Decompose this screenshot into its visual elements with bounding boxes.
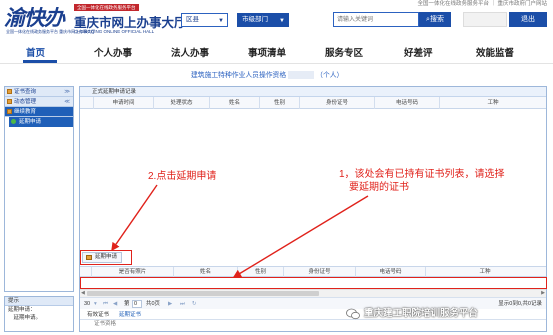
first-page-icon[interactable]: ⏮ — [103, 298, 108, 310]
yukuaiban-logo[interactable]: 渝快办 全国一体化在线政务服务平台 重庆市网上办事大厅 — [4, 3, 95, 35]
page-root: 渝快办 全国一体化在线政务服务平台 重庆市网上办事大厅 全国一体化在线政务服务平… — [0, 0, 553, 335]
scroll-left-icon[interactable]: ◀ — [81, 290, 85, 297]
scroll-right-icon[interactable]: ▶ — [541, 290, 545, 297]
site-header: 渝快办 全国一体化在线政务服务平台 重庆市网上办事大厅 全国一体化在线政务服务平… — [0, 0, 553, 38]
sidebar-group-label: 继续教育 — [14, 109, 37, 115]
folder-icon — [7, 89, 12, 94]
column-header[interactable]: 工种 — [426, 267, 544, 277]
sidebar-group-label: 证书查询 — [14, 89, 37, 95]
highlight-apply-button — [80, 250, 132, 265]
nav-item-evaluation[interactable]: 好差评 — [404, 45, 433, 59]
certificates-grid-header: 是否有照片 姓名 性别 身份证号 电话号码 工种 — [80, 266, 546, 277]
column-header[interactable]: 性别 — [260, 97, 300, 109]
prev-page-icon[interactable]: ◀ — [113, 298, 117, 310]
watermark-text: 重庆建工职院培训服务平台 — [364, 308, 479, 319]
page-total: 共0页 — [146, 301, 161, 307]
column-header[interactable]: 申请时间 — [94, 97, 154, 109]
page-subtitle-prefix: 建筑施工特种作业人员操作资格 — [191, 72, 287, 79]
page-prefix: 第 — [124, 301, 130, 307]
top-links[interactable]: 全国一体化在线政务服务平台 ｜ 重庆市政府门户网站 — [417, 0, 547, 8]
annotation-step1-line2: 要延期的证书 — [349, 182, 409, 193]
region-select[interactable]: 区县 ▼ — [181, 13, 228, 27]
search-button-label: 搜索 — [429, 16, 444, 23]
tab-valid-certificates[interactable]: 有效证书 — [84, 310, 112, 320]
caret-down-icon: ▼ — [218, 18, 224, 24]
column-header[interactable]: 姓名 — [210, 97, 260, 109]
sidebar-group-label: 动态管理 — [14, 99, 37, 105]
scrollbar-thumb[interactable] — [87, 291, 319, 296]
watermark: 重庆建工职院培训服务平台 — [346, 306, 478, 322]
column-header[interactable]: 性别 — [238, 267, 284, 277]
refresh-icon[interactable]: ↻ — [192, 298, 197, 310]
sidebar-item-extension-apply[interactable]: 延期申请 — [9, 117, 73, 127]
caret-down-icon: ▼ — [279, 18, 285, 24]
search-button[interactable]: ⌕搜索 — [419, 12, 451, 27]
page-subtitle-suffix: （个人） — [316, 72, 344, 79]
column-header[interactable]: 工种 — [440, 97, 546, 109]
panel-title: 正式延期申请记录 — [80, 87, 546, 97]
wechat-icon — [346, 308, 360, 320]
sidebar-item-label: 延期申请 — [19, 119, 42, 125]
nav-item-service-zone[interactable]: 服务专区 — [325, 45, 363, 59]
annotation-step1-line1: 1，该处会有已持有证书列表，请选择 — [339, 169, 505, 180]
records-grid-header: 申请时间 处理状态 姓名 性别 身份证号 电话号码 工种 — [80, 97, 546, 109]
records-grid-body — [80, 109, 546, 289]
page-number-value: 0 — [134, 301, 138, 307]
page-size-select[interactable]: 30 — [84, 298, 90, 310]
nav-item-home[interactable]: 首页 — [26, 45, 45, 59]
nav-active-underline — [23, 60, 57, 63]
horizontal-scrollbar[interactable]: ◀ ▶ — [80, 289, 546, 297]
folder-icon — [7, 109, 12, 114]
masked-text — [288, 71, 315, 80]
sidebar-tree: 证书查询 ≫ 动态管理 ≪ 继续教育 延期申请 — [4, 86, 74, 292]
row-number-column — [80, 267, 92, 277]
hall-title-en: CHONGQING ONLINE OFFICIAL HALL — [74, 29, 155, 34]
tips-title: 提示 — [5, 297, 73, 306]
sidebar-group-certificate-query[interactable]: 证书查询 ≫ — [5, 87, 73, 97]
column-header[interactable]: 电话号码 — [375, 97, 440, 109]
row-number-column — [80, 97, 94, 109]
hall-branding: 全国一体化在线政务服务平台 重庆市网上办事大厅 CHONGQING ONLINE… — [68, 4, 187, 36]
logout-button[interactable]: 退出 — [509, 12, 547, 27]
nav-item-corporate[interactable]: 法人办事 — [171, 45, 209, 59]
nav-item-personal[interactable]: 个人办事 — [94, 45, 132, 59]
page-subtitle: 建筑施工特种作业人员操作资格 （个人） — [191, 69, 344, 80]
nav-item-service-list[interactable]: 事项清单 — [248, 45, 286, 59]
highlight-certificate-row — [80, 277, 547, 289]
dept-select[interactable]: 市级部门 ▼ — [237, 13, 289, 27]
tips-panel: 提示 延期申请： 延期申请。 — [4, 296, 74, 332]
sidebar-group-dynamic-management[interactable]: 动态管理 ≪ — [5, 97, 73, 107]
search-input[interactable] — [333, 12, 419, 27]
qualification-label: 证书资格 — [94, 321, 117, 327]
extension-records-panel: 正式延期申请记录 申请时间 处理状态 姓名 性别 身份证号 电话号码 工种 ◀ … — [79, 86, 547, 332]
column-header[interactable]: 处理状态 — [154, 97, 210, 109]
dept-select-label: 市级部门 — [242, 16, 268, 23]
region-select-label: 区县 — [186, 16, 199, 23]
expand-chevron-icon[interactable]: ≫ — [64, 87, 70, 97]
column-header[interactable]: 身份证号 — [284, 267, 356, 277]
column-header[interactable]: 是否有照片 — [92, 267, 174, 277]
tab-extension-certificates[interactable]: 延期证书 — [116, 310, 144, 320]
user-name-masked[interactable] — [463, 12, 507, 27]
annotation-step2: 2.点击延期申请 — [148, 171, 217, 182]
tips-line: 延期申请： — [8, 307, 36, 313]
leaf-icon — [11, 119, 16, 124]
nav-item-supervision[interactable]: 效能监督 — [476, 45, 514, 59]
column-header[interactable]: 电话号码 — [356, 267, 426, 277]
folder-icon — [7, 99, 12, 104]
sidebar-group-continuing-education[interactable]: 继续教育 — [5, 107, 73, 117]
main-nav: 首页 个人办事 法人办事 事项清单 服务专区 好差评 效能监督 — [0, 38, 553, 64]
hall-tag: 全国一体化在线政务服务平台 — [74, 4, 139, 11]
column-header[interactable]: 身份证号 — [300, 97, 375, 109]
logo-text: 渝快办 — [4, 5, 65, 30]
page-size-caret-icon[interactable]: ▾ — [94, 298, 97, 310]
last-page-icon[interactable]: ⏭ — [180, 298, 185, 310]
next-page-icon[interactable]: ▶ — [168, 298, 172, 310]
tips-line: 延期申请。 — [8, 315, 42, 321]
pager-summary: 显示0到0,共0记录 — [498, 301, 542, 307]
collapse-chevron-icon[interactable]: ≪ — [64, 97, 70, 107]
column-header[interactable]: 姓名 — [174, 267, 238, 277]
